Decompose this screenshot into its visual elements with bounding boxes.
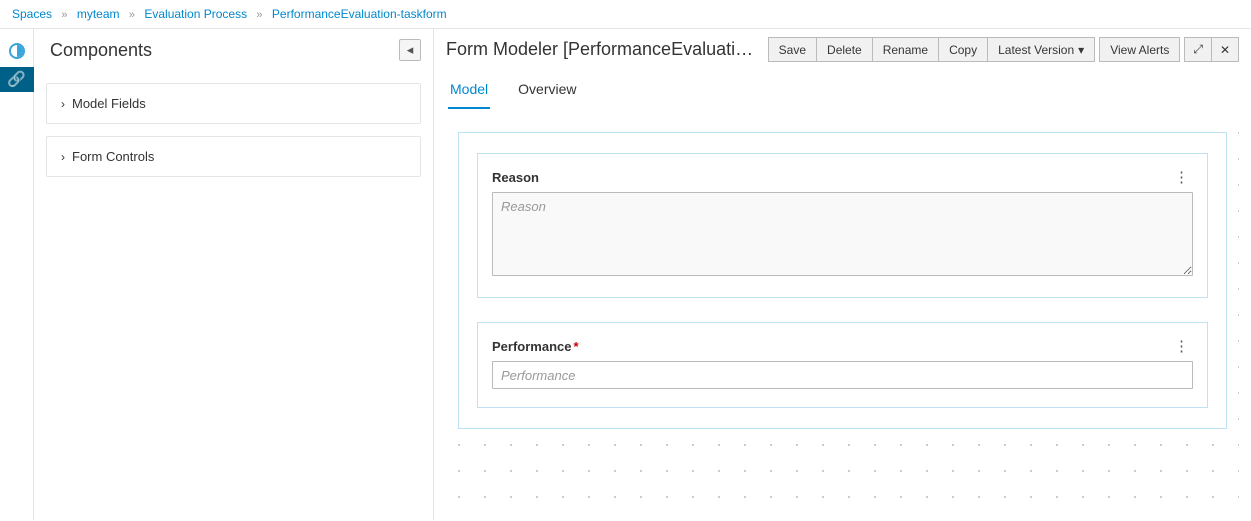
accordion-form-controls[interactable]: › Form Controls (46, 136, 421, 177)
tab-overview[interactable]: Overview (516, 75, 578, 109)
project-explorer-icon[interactable]: 🔗 (0, 67, 34, 92)
accordion-model-fields[interactable]: › Model Fields (46, 83, 421, 124)
close-button[interactable]: ✕ (1211, 37, 1239, 62)
view-alerts-button[interactable]: View Alerts (1099, 37, 1180, 62)
version-dropdown[interactable]: Latest Version ▾ (987, 37, 1095, 62)
field-group-performance[interactable]: Performance* ⋮ (477, 322, 1208, 408)
link-icon: 🔗 (7, 72, 26, 87)
save-button[interactable]: Save (768, 37, 816, 62)
required-indicator: * (573, 339, 578, 354)
expand-icon: ⤢ (1193, 42, 1203, 56)
performance-label-text: Performance (492, 339, 571, 354)
kebab-icon[interactable]: ⋮ (1170, 168, 1193, 186)
components-sidebar: Components ◂ › Model Fields › Form Contr… (34, 29, 434, 520)
left-rail: 🔗 (0, 29, 34, 520)
copy-button[interactable]: Copy (938, 37, 987, 62)
chevron-left-icon: ◂ (407, 42, 414, 58)
reason-textarea[interactable] (492, 192, 1193, 276)
contrast-icon[interactable] (9, 43, 25, 59)
version-label: Latest Version (998, 43, 1074, 57)
toolbar: Save Delete Rename Copy Latest Version▾ … (768, 37, 1239, 62)
components-title: Components (50, 40, 152, 61)
rename-button[interactable]: Rename (872, 37, 938, 62)
chevron-right-icon: › (61, 150, 65, 164)
collapse-sidebar-button[interactable]: ◂ (399, 39, 421, 61)
performance-input[interactable] (492, 361, 1193, 389)
page-title: Form Modeler [PerformanceEvaluation-task… (446, 39, 758, 60)
breadcrumb-myteam[interactable]: myteam (77, 7, 120, 21)
tabs: Model Overview (434, 67, 1251, 110)
chevron-down-icon: ▾ (1078, 43, 1084, 57)
content-area: Form Modeler [PerformanceEvaluation-task… (434, 29, 1251, 520)
accordion-label: Model Fields (72, 96, 146, 111)
delete-button[interactable]: Delete (816, 37, 872, 62)
close-icon: ✕ (1220, 43, 1230, 57)
kebab-icon[interactable]: ⋮ (1170, 337, 1193, 355)
field-group-reason[interactable]: Reason ⋮ (477, 153, 1208, 298)
expand-button[interactable]: ⤢ (1184, 37, 1211, 62)
tab-model[interactable]: Model (448, 75, 490, 109)
chevron-right-icon: › (61, 97, 65, 111)
breadcrumb-sep: » (256, 9, 262, 21)
breadcrumb-sep: » (129, 9, 135, 21)
form-container: Reason ⋮ Performance* ⋮ (458, 132, 1227, 429)
breadcrumb-evalprocess[interactable]: Evaluation Process (144, 7, 247, 21)
field-label-reason: Reason (492, 170, 539, 185)
breadcrumb: Spaces » myteam » Evaluation Process » P… (0, 0, 1251, 28)
breadcrumb-taskform[interactable]: PerformanceEvaluation-taskform (272, 7, 447, 21)
form-canvas[interactable]: Reason ⋮ Performance* ⋮ (446, 120, 1239, 510)
breadcrumb-sep: » (61, 9, 67, 21)
field-label-performance: Performance* (492, 339, 579, 354)
breadcrumb-spaces[interactable]: Spaces (12, 7, 52, 21)
accordion-label: Form Controls (72, 149, 154, 164)
